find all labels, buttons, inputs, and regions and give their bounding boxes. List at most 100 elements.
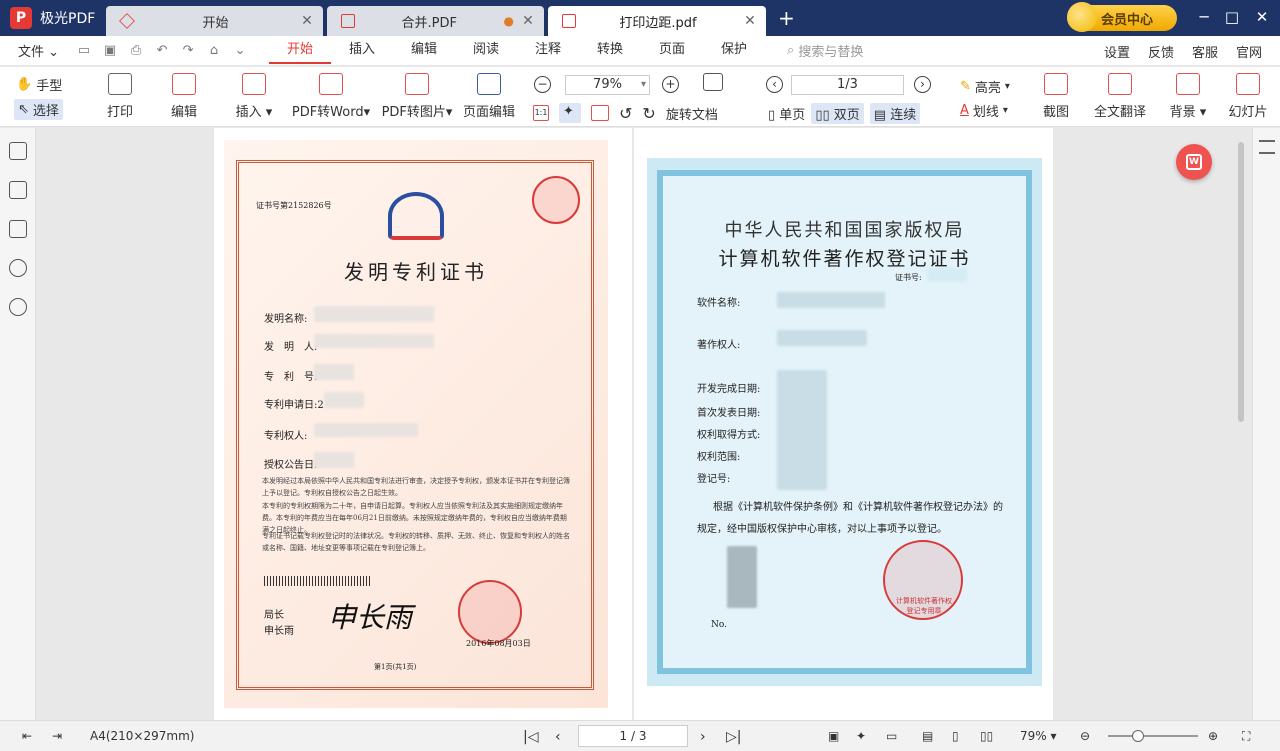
ribbon-tab-protect[interactable]: 保护 <box>703 38 765 64</box>
collapse-sidebar-icon[interactable]: ⇤ <box>22 729 32 743</box>
search-icon: ⌕ <box>787 43 795 58</box>
registration-basis-2: 规定，经中国版权保护中心审核，对以上事项予以登记。 <box>697 524 947 535</box>
settings-sliders-icon[interactable] <box>1258 140 1275 154</box>
convert-to-word-float-button[interactable]: W <box>1176 144 1212 180</box>
support-link[interactable]: 客服 <box>1192 42 1218 61</box>
pdf-file-icon <box>341 14 355 28</box>
hand-tool-button[interactable]: ✋ 手型 <box>16 75 62 94</box>
undo-icon[interactable]: ↶ <box>153 43 171 58</box>
vertical-scrollbar[interactable] <box>1238 142 1244 422</box>
fit-window-icon[interactable] <box>591 105 609 121</box>
new-tab-icon[interactable]: + <box>778 6 798 30</box>
pdf-to-image-button[interactable]: PDF转图片▾ <box>381 73 453 120</box>
insert-button[interactable]: 插入 ▾ <box>226 73 282 120</box>
ribbon-tabs: 开始 插入 编辑 阅读 注释 转换 页面 保护 <box>269 38 765 64</box>
zoom-slider-knob[interactable] <box>1132 730 1144 742</box>
ribbon-tab-read[interactable]: 阅读 <box>455 38 517 64</box>
fullscreen-icon[interactable]: ⛶ <box>1242 729 1250 744</box>
next-page-button[interactable]: › <box>914 76 931 93</box>
redo-icon[interactable]: ↷ <box>179 43 197 58</box>
paint-bucket-icon <box>1176 73 1200 95</box>
settings-link[interactable]: 设置 <box>1104 42 1130 61</box>
open-folder-icon[interactable]: ▭ <box>75 43 93 58</box>
first-page-button[interactable]: |◁ <box>523 729 538 745</box>
rotate-right-icon[interactable]: ↻ <box>642 104 655 123</box>
search-icon[interactable] <box>8 259 27 277</box>
select-tool-button[interactable]: ⇖ 选择 <box>14 99 63 120</box>
expand-sidebar-icon[interactable]: ⇥ <box>52 729 62 743</box>
search-replace[interactable]: ⌕ 搜索与替换 <box>787 41 863 60</box>
vip-center-button[interactable]: 会员中心 <box>1067 2 1177 32</box>
close-icon[interactable]: ✕ <box>297 13 317 29</box>
status-zoom[interactable]: 79% ▾ <box>1020 729 1057 743</box>
ribbon-tab-start[interactable]: 开始 <box>269 38 332 64</box>
tab-print-margin-pdf[interactable]: 打印边距.pdf ✕ <box>548 6 766 36</box>
close-window-button[interactable]: ✕ <box>1244 0 1280 36</box>
tab-start[interactable]: 开始 ✕ <box>106 6 323 36</box>
thumbnails-icon[interactable] <box>8 181 27 199</box>
close-icon[interactable]: ✕ <box>518 13 538 29</box>
file-menu[interactable]: 文件 ⌄ <box>18 41 59 60</box>
next-page-button[interactable]: › <box>700 729 706 745</box>
comment-icon[interactable] <box>8 220 27 238</box>
ribbon-tab-edit[interactable]: 编辑 <box>393 38 455 64</box>
paragraph-1: 本发明经过本局依照中华人民共和国专利法进行审查，决定授予专利权，颁发本证书并在专… <box>262 477 570 497</box>
prev-page-button[interactable]: ‹ <box>555 729 561 745</box>
ribbon-tab-convert[interactable]: 转换 <box>579 38 641 64</box>
single-page-button[interactable]: ▯ 单页 <box>768 104 805 123</box>
zoom-in-icon[interactable]: ⊕ <box>1208 729 1218 743</box>
actual-size-icon[interactable]: 1:1 <box>533 105 549 121</box>
page-edit-button[interactable]: 页面编辑 <box>463 73 515 120</box>
fit-window-icon[interactable]: ▭ <box>886 729 897 743</box>
ribbon-tab-page[interactable]: 页面 <box>641 38 703 64</box>
fit-width-icon[interactable]: ✦ <box>559 103 581 123</box>
zoom-out-icon[interactable]: ⊖ <box>1080 729 1090 743</box>
print-icon[interactable]: ⎙ <box>127 43 145 58</box>
highlight-button[interactable]: ✎ 高亮 ▾ <box>960 77 1010 96</box>
slideshow-button[interactable]: 幻灯片 <box>1226 73 1270 120</box>
pin-icon[interactable]: ⌂ <box>205 43 223 58</box>
ribbon-tab-insert[interactable]: 插入 <box>331 38 393 64</box>
bookmark-icon[interactable] <box>8 142 27 160</box>
website-link[interactable]: 官网 <box>1236 42 1262 61</box>
copyright-cert-title: 计算机软件著作权登记证书 <box>718 248 971 270</box>
patent-cert-title: 发明专利证书 <box>344 260 488 284</box>
feedback-link[interactable]: 反馈 <box>1148 42 1174 61</box>
close-icon[interactable]: ✕ <box>740 13 760 29</box>
edit-button[interactable]: 编辑 <box>162 73 206 120</box>
attachment-icon[interactable] <box>8 298 27 316</box>
pdf-to-word-button[interactable]: PDF转Word▾ <box>291 73 371 120</box>
screenshot-button[interactable]: 截图 <box>1038 73 1074 120</box>
print-button[interactable]: 打印 <box>98 73 142 120</box>
rotate-left-icon[interactable]: ↺ <box>619 104 632 123</box>
redacted-value <box>777 330 867 346</box>
chevron-down-icon[interactable]: ⌄ <box>231 43 249 58</box>
single-page-icon[interactable]: ▯ <box>952 729 959 743</box>
chevron-down-icon[interactable]: ▾ <box>641 76 646 94</box>
continuous-icon[interactable]: ▤ <box>922 729 933 743</box>
last-page-button[interactable]: ▷| <box>726 729 741 745</box>
page-input[interactable]: 1/3 <box>791 75 904 95</box>
redacted-value <box>314 364 354 380</box>
software-copyright-certificate-image: 中华人民共和国国家版权局 计算机软件著作权登记证书 证书号: 软件名称: 著作权… <box>647 158 1042 686</box>
double-page-icon[interactable]: ▯▯ <box>980 729 993 743</box>
zoom-slider[interactable] <box>1108 730 1198 742</box>
status-page-input[interactable]: 1 / 3 <box>578 725 688 747</box>
zoom-input[interactable]: 79% ▾ <box>565 75 650 95</box>
double-page-button[interactable]: ▯▯ 双页 <box>811 103 864 124</box>
translate-button[interactable]: 全文翻译 <box>1092 73 1148 120</box>
background-button[interactable]: 背景 ▾ <box>1162 73 1214 120</box>
page-value: 1/3 <box>837 77 858 92</box>
zoom-out-button[interactable]: − <box>534 76 551 93</box>
prev-page-button[interactable]: ‹ <box>766 76 783 93</box>
underline-button[interactable]: A 划线 ▾ <box>960 101 1008 120</box>
fit-page-button[interactable] <box>700 73 726 91</box>
ribbon-tab-annotate[interactable]: 注释 <box>517 38 579 64</box>
actual-size-icon[interactable]: ▣ <box>828 729 839 743</box>
tab-merge-pdf[interactable]: 合并.PDF ● ✕ <box>327 6 544 36</box>
rotate-doc-label[interactable]: 旋转文档 <box>666 104 718 123</box>
fit-width-icon[interactable]: ✦ <box>856 729 866 743</box>
zoom-in-button[interactable]: + <box>662 76 679 93</box>
continuous-button[interactable]: ▤ 连续 <box>869 103 921 124</box>
save-icon[interactable]: ▣ <box>101 43 119 58</box>
